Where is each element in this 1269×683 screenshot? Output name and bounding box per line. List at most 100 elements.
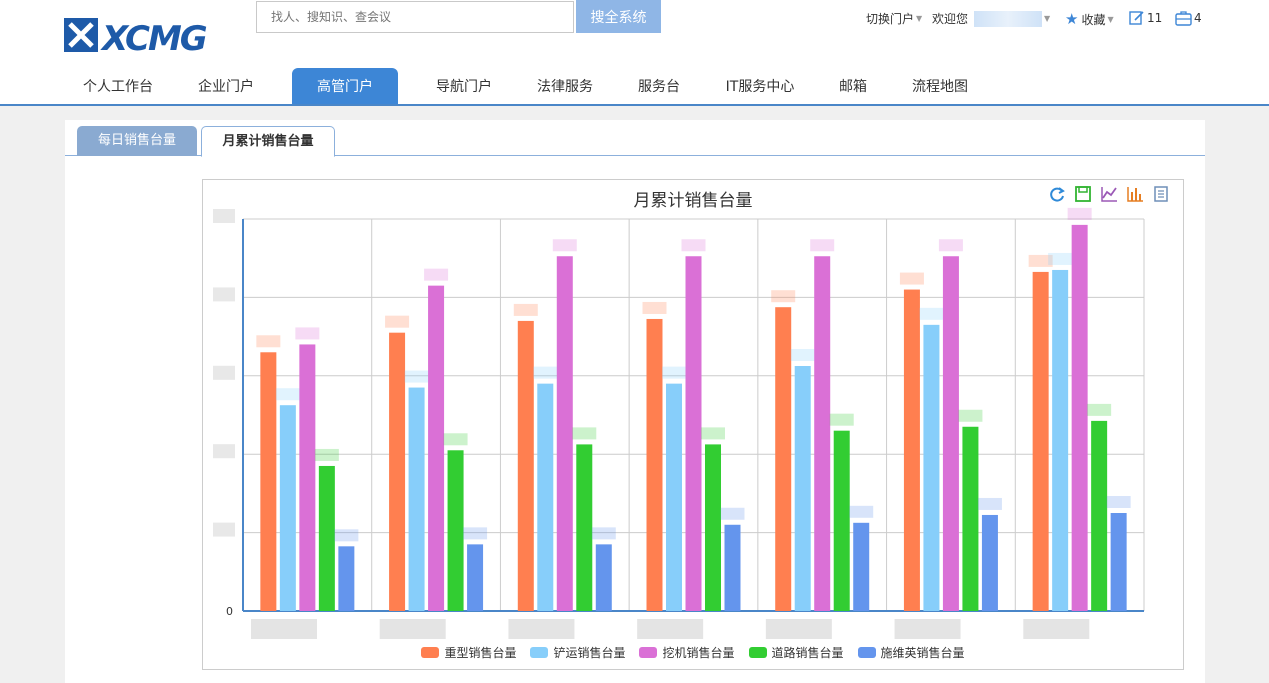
legend-label: 挖机销售台量: [662, 646, 735, 660]
favorites-menu[interactable]: ★ 收藏 ▼: [1065, 10, 1114, 28]
briefcase-icon: [1175, 11, 1192, 26]
line-chart-icon[interactable]: [1099, 184, 1119, 204]
bar: [666, 383, 682, 611]
switch-portal-dropdown[interactable]: 切换门户 ▼: [866, 10, 922, 27]
nav-item-personal-workbench[interactable]: 个人工作台: [72, 68, 164, 104]
data-label-redacted: [385, 315, 410, 328]
data-label-redacted: [1048, 252, 1073, 265]
bar-chart: 0: [213, 207, 1145, 639]
user-menu[interactable]: 欢迎您 ▼: [932, 10, 1050, 27]
chart-title: 月累计销售台量: [633, 191, 753, 211]
x-tick-label-redacted: [379, 619, 446, 639]
x-tick-label-redacted: [508, 619, 575, 639]
data-label-redacted: [720, 507, 745, 520]
chevron-down-icon: ▼: [1107, 14, 1114, 24]
search-input[interactable]: [256, 1, 574, 33]
bar: [942, 256, 959, 611]
bar: [646, 318, 663, 611]
data-label-redacted: [938, 239, 963, 252]
x-tick-label-redacted: [894, 619, 961, 639]
data-label-redacted: [463, 527, 488, 540]
data-label-redacted: [958, 409, 983, 422]
data-label-redacted: [771, 290, 796, 303]
nav-item-it-service-center[interactable]: IT服务中心: [712, 68, 808, 104]
nav-item-navigation-portal[interactable]: 导航门户: [418, 68, 510, 104]
nav-item-mailbox[interactable]: 邮箱: [826, 68, 880, 104]
x-tick-label-redacted: [765, 619, 832, 639]
bar: [537, 383, 554, 611]
data-label-redacted: [256, 335, 281, 348]
x-tick-label-redacted: [1023, 619, 1090, 639]
data-view-icon[interactable]: [1151, 184, 1171, 204]
data-label-redacted: [295, 327, 320, 340]
legend-item-shovel[interactable]: 铲运销售台量: [530, 644, 625, 661]
bar: [685, 256, 702, 611]
legend-label: 铲运销售台量: [553, 646, 626, 660]
data-label-redacted: [899, 272, 924, 285]
bar: [576, 444, 593, 611]
legend-item-heavy[interactable]: 重型销售台量: [421, 644, 516, 661]
bar: [923, 324, 940, 611]
data-label-redacted: [681, 239, 706, 252]
xcmg-logo[interactable]: XCMG: [64, 14, 236, 56]
save-image-icon[interactable]: [1073, 184, 1093, 204]
y-tick-label: 0: [226, 605, 233, 618]
legend-item-road[interactable]: 道路销售台量: [748, 644, 844, 661]
chevron-down-icon: ▼: [916, 14, 923, 23]
legend-label: 施维英销售台量: [880, 646, 965, 660]
data-label-redacted: [810, 239, 835, 252]
legend-label: 道路销售台量: [771, 646, 844, 660]
nav-item-enterprise-portal[interactable]: 企业门户: [180, 68, 272, 104]
bar: [408, 387, 425, 611]
legend-swatch: [530, 647, 549, 658]
content-panel: 每日销售台量 月累计销售台量 0 月累计销售台量 重型销售台量 铲运销售台量 挖…: [65, 120, 1205, 683]
chart-toolbox: [1047, 184, 1171, 204]
legend-swatch: [748, 647, 767, 658]
data-label-redacted: [513, 303, 538, 316]
chart-legend: 重型销售台量 铲运销售台量 挖机销售台量 道路销售台量 施维英销售台量: [203, 644, 1183, 661]
bar: [517, 320, 534, 611]
y-tick-label-redacted: [213, 365, 235, 380]
nav-item-legal-services[interactable]: 法律服务: [520, 68, 610, 104]
x-tick-label-redacted: [251, 619, 317, 639]
legend-swatch: [857, 647, 876, 658]
nav-item-process-map[interactable]: 流程地图: [898, 68, 982, 104]
header: XCMG 搜全系统 切换门户▼ 欢迎您 ▼ ★ 收藏▼ 11 4 个人工作台 企…: [0, 0, 1269, 106]
logo-text: XCMG: [100, 19, 207, 56]
bar: [833, 430, 850, 611]
briefcase-button[interactable]: 4: [1175, 10, 1202, 26]
data-label-redacted: [1087, 403, 1112, 416]
search-button[interactable]: 搜全系统: [576, 0, 661, 33]
bar: [794, 366, 811, 611]
refresh-icon[interactable]: [1047, 184, 1067, 204]
switch-portal-label: 切换门户: [866, 12, 915, 26]
data-label-redacted: [404, 370, 429, 383]
bar: [1110, 513, 1127, 611]
star-icon: ★: [1065, 10, 1079, 28]
data-label-redacted: [977, 497, 1002, 510]
data-label-redacted: [572, 427, 597, 440]
bar-chart-icon[interactable]: [1125, 184, 1145, 204]
tab-daily-sales[interactable]: 每日销售台量: [77, 126, 197, 156]
bar: [962, 426, 979, 611]
bar: [338, 546, 355, 611]
bar: [318, 465, 335, 611]
bar: [903, 289, 920, 611]
bar: [260, 352, 277, 611]
tab-monthly-cumulative-sales[interactable]: 月累计销售台量: [201, 126, 335, 157]
bar: [1032, 271, 1049, 611]
nav-item-service-desk[interactable]: 服务台: [622, 68, 696, 104]
edit-tasks-button[interactable]: 11: [1129, 10, 1162, 26]
data-label-redacted: [552, 239, 577, 252]
chevron-down-icon: ▼: [1044, 14, 1051, 23]
nav-item-executive-portal[interactable]: 高管门户: [292, 68, 398, 104]
y-tick-label-redacted: [213, 209, 235, 223]
legend-item-excavator[interactable]: 挖机销售台量: [639, 644, 735, 661]
data-label-redacted: [701, 427, 725, 440]
edit-count: 11: [1147, 11, 1163, 25]
legend-label: 重型销售台量: [444, 646, 517, 660]
legend-item-schwing[interactable]: 施维英销售台量: [857, 644, 965, 661]
bar: [595, 544, 612, 611]
data-label-redacted: [1106, 496, 1131, 508]
legend-swatch: [639, 647, 658, 658]
